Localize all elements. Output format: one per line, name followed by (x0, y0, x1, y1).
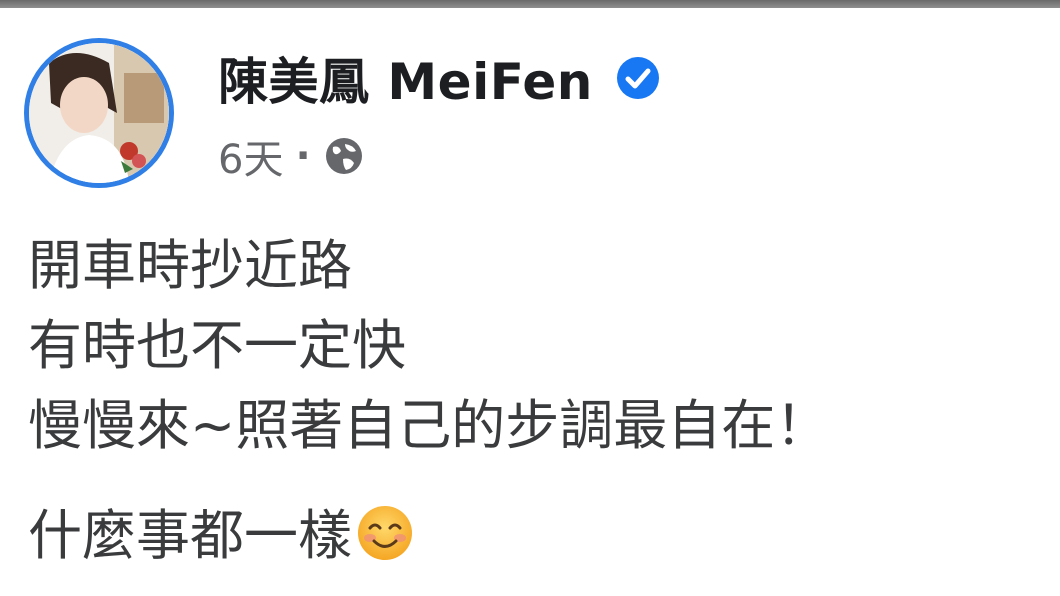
globe-icon[interactable] (323, 135, 365, 177)
facebook-post: 陳美鳳 MeiFen 6天 · 開車時抄近路 有時也不一定快 慢慢來~照著自己的… (0, 8, 1060, 596)
smiling-face-emoji-icon (356, 504, 414, 562)
post-line: 開車時抄近路 (28, 234, 352, 297)
meta-separator: · (295, 133, 311, 179)
author-row: 陳美鳳 MeiFen (218, 46, 661, 111)
post-line: 什麼事都一樣 (28, 504, 352, 567)
top-edge-bar (0, 0, 1060, 8)
author-name[interactable]: 陳美鳳 MeiFen (218, 42, 593, 114)
post-body: 開車時抄近路 有時也不一定快 慢慢來~照著自己的步調最自在！ 什麼事都一樣 (28, 226, 829, 576)
avatar[interactable] (24, 38, 174, 188)
verified-badge-icon (615, 55, 661, 101)
post-meta: 6天 · (218, 127, 365, 185)
post-timestamp[interactable]: 6天 (218, 127, 283, 185)
post-line: 有時也不一定快 (28, 314, 406, 377)
post-line: 慢慢來~照著自己的步調最自在！ (28, 394, 830, 457)
post-last-line: 什麼事都一樣 (28, 496, 829, 576)
avatar-photo (29, 43, 169, 183)
